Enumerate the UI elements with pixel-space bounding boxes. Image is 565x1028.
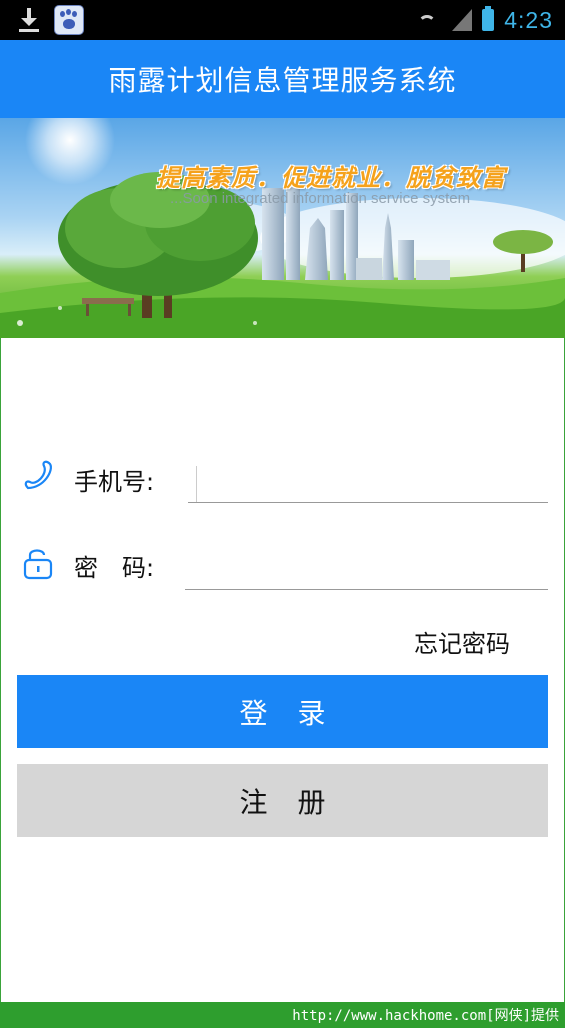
banner-slogan: 提高素质．促进就业．脱贫致富 (156, 164, 506, 192)
lock-icon (23, 549, 53, 580)
banner-subtitle: ...Soon integrated information service s… (170, 190, 471, 207)
register-button[interactable]: 注册 (17, 764, 548, 837)
phone-input[interactable] (188, 463, 548, 503)
login-button[interactable]: 登录 (17, 675, 548, 748)
banner-scene (0, 118, 565, 338)
wifi-icon (412, 9, 442, 31)
clock: 4:23 (504, 6, 553, 33)
password-input[interactable] (185, 550, 548, 590)
banner-image: 提高素质．促进就业．脱贫致富 ...Soon integrated inform… (0, 118, 565, 338)
download-icon (18, 6, 40, 34)
app-header: 雨露计划信息管理服务系统 (0, 40, 565, 118)
frame-border-left (0, 338, 1, 1002)
battery-icon (482, 6, 495, 31)
phone-icon (24, 460, 52, 490)
watermark-text: http://www.hackhome.com[网侠]提供 (292, 1008, 559, 1024)
signal-icon (452, 9, 473, 31)
footer-bar: http://www.hackhome.com[网侠]提供 (0, 1002, 565, 1028)
status-bar: 4:23 (0, 0, 565, 40)
password-label: 密 码: (74, 554, 155, 582)
baidu-paw-icon (54, 5, 84, 35)
phone-label: 手机号: (74, 468, 155, 496)
page-title: 雨露计划信息管理服务系统 (108, 64, 457, 97)
forgot-password-link[interactable]: 忘记密码 (414, 624, 510, 659)
